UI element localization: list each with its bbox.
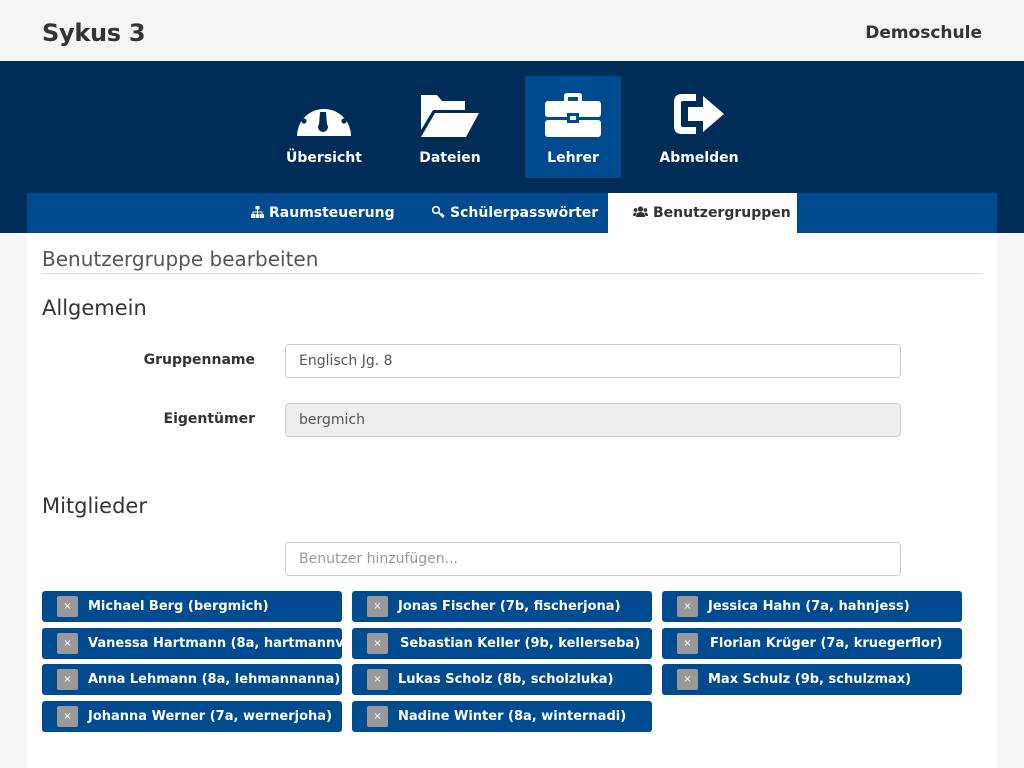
nav-files-label: Dateien	[419, 150, 481, 166]
users-icon	[633, 206, 648, 217]
app-brand[interactable]: Sykus 3	[42, 19, 146, 47]
member-chip: × Jonas Fischer (7b, fischerjona)	[352, 591, 652, 622]
tab-user-groups-label: Benutzergruppen	[653, 205, 791, 221]
nav-logout-label: Abmelden	[659, 150, 739, 166]
nav-overview[interactable]: Übersicht	[276, 76, 372, 178]
content-panel: Benutzergruppe bearbeiten Allgemein Grup…	[27, 233, 997, 768]
member-chip: × Florian Krüger (7a, kruegerflor)	[662, 627, 962, 659]
member-name: Nadine Winter (8a, winternadi)	[398, 708, 627, 724]
member-name: Vanessa Hartmann (8a, hartmannvane)	[88, 635, 377, 651]
tab-student-passwords[interactable]: Schülerpasswörter	[431, 193, 612, 233]
remove-member-button[interactable]: ×	[57, 632, 78, 654]
school-name: Demoschule	[865, 23, 982, 43]
member-name: Jonas Fischer (7b, fischerjona)	[398, 599, 621, 614]
nav-files[interactable]: Dateien	[402, 76, 498, 178]
member-chip: × Nadine Winter (8a, winternadi)	[352, 700, 652, 732]
member-name: Lukas Scholz (8b, scholzluka)	[398, 672, 614, 687]
page-title: Benutzergruppe bearbeiten	[42, 247, 319, 271]
member-name: Florian Krüger (7a, kruegerflor)	[710, 635, 943, 651]
remove-member-button[interactable]: ×	[367, 669, 388, 690]
member-name: Anna Lehmann (8a, lehmannanna)	[88, 672, 341, 687]
nav-overview-label: Übersicht	[286, 150, 362, 166]
tab-room-control[interactable]: Raumsteuerung	[251, 193, 411, 233]
key-icon	[431, 205, 445, 219]
sign-out-icon	[672, 92, 726, 140]
folder-open-icon	[419, 92, 481, 142]
remove-member-button[interactable]: ×	[367, 705, 388, 727]
nav-teacher[interactable]: Lehrer	[525, 76, 621, 178]
nav-logout[interactable]: Abmelden	[651, 76, 747, 178]
remove-member-button[interactable]: ×	[367, 632, 388, 654]
tab-user-groups[interactable]: Benutzergruppen	[608, 193, 797, 233]
briefcase-icon	[544, 92, 602, 142]
member-name: Max Schulz (9b, schulzmax)	[708, 672, 912, 687]
remove-member-button[interactable]: ×	[367, 596, 388, 617]
remove-member-button[interactable]: ×	[677, 596, 698, 617]
group-name-input[interactable]	[285, 344, 901, 378]
member-chip: × Anna Lehmann (8a, lehmannanna)	[42, 664, 342, 695]
remove-member-button[interactable]: ×	[57, 669, 78, 690]
sub-nav: Raumsteuerung Schülerpasswörter Benutzer…	[27, 193, 997, 233]
add-member-input[interactable]	[285, 542, 901, 576]
dashboard-icon	[295, 92, 353, 142]
member-name: Michael Berg (bergmich)	[88, 599, 269, 614]
member-chip: × Michael Berg (bergmich)	[42, 591, 342, 622]
sitemap-icon	[251, 206, 264, 218]
section-members-heading: Mitglieder	[42, 494, 147, 518]
owner-field	[285, 403, 901, 437]
tab-student-passwords-label: Schülerpasswörter	[450, 205, 599, 221]
remove-member-button[interactable]: ×	[57, 705, 78, 727]
nav-teacher-label: Lehrer	[547, 150, 599, 166]
group-name-label: Gruppenname	[143, 352, 255, 368]
member-chip: × Vanessa Hartmann (8a, hartmannvane)	[42, 627, 377, 659]
section-general-heading: Allgemein	[42, 296, 147, 320]
member-name: Sebastian Keller (9b, kellerseba)	[400, 635, 641, 651]
remove-member-button[interactable]: ×	[677, 669, 698, 690]
member-chip: × Jessica Hahn (7a, hahnjess)	[662, 591, 962, 622]
remove-member-button[interactable]: ×	[57, 596, 78, 617]
title-divider	[42, 273, 982, 274]
member-chip: × Lukas Scholz (8b, scholzluka)	[352, 664, 652, 695]
top-bar: Sykus 3 Demoschule	[0, 0, 1024, 61]
member-name: Johanna Werner (7a, wernerjoha)	[88, 708, 333, 724]
owner-label: Eigentümer	[163, 411, 256, 427]
member-name: Jessica Hahn (7a, hahnjess)	[708, 599, 910, 614]
member-chip: × Sebastian Keller (9b, kellerseba)	[352, 627, 652, 659]
tab-room-control-label: Raumsteuerung	[269, 205, 395, 221]
member-chip: × Johanna Werner (7a, wernerjoha)	[42, 700, 342, 732]
member-chip: × Max Schulz (9b, schulzmax)	[662, 664, 962, 695]
remove-member-button[interactable]: ×	[677, 632, 698, 654]
